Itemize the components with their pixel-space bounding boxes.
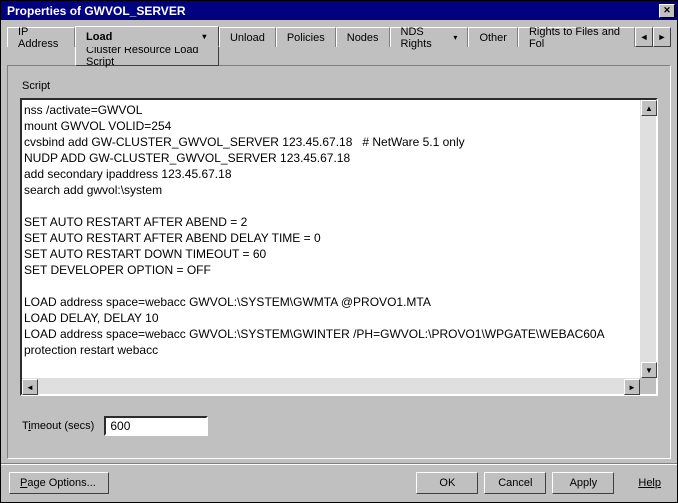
client-area: IP Address Load ▾ Cluster Resource Load … bbox=[1, 20, 677, 463]
scroll-left-icon[interactable]: ◄ bbox=[22, 379, 38, 395]
scroll-track[interactable] bbox=[641, 116, 656, 362]
tab-ip-address[interactable]: IP Address bbox=[7, 27, 75, 47]
timeout-label: Timeout (secs) bbox=[22, 420, 94, 432]
window-title: Properties of GWVOL_SERVER bbox=[7, 4, 659, 18]
timeout-row: Timeout (secs) bbox=[20, 416, 658, 436]
ok-button[interactable]: OK bbox=[416, 472, 478, 494]
scroll-corner bbox=[640, 378, 656, 394]
close-icon[interactable]: ✕ bbox=[659, 4, 675, 18]
tab-load-subtitle: Cluster Resource Load Script bbox=[75, 47, 219, 66]
help-link[interactable]: Help bbox=[638, 477, 661, 489]
tab-nodes[interactable]: Nodes bbox=[336, 27, 390, 47]
script-textarea[interactable]: nss /activate=GWVOL mount GWVOL VOLID=25… bbox=[22, 100, 656, 394]
footer: Page Options... OK Cancel Apply Help bbox=[1, 463, 677, 502]
vertical-scrollbar[interactable]: ▲ ▼ bbox=[640, 100, 656, 378]
script-box: nss /activate=GWVOL mount GWVOL VOLID=25… bbox=[20, 98, 658, 396]
tab-other[interactable]: Other bbox=[468, 27, 518, 47]
tab-unload[interactable]: Unload bbox=[219, 27, 276, 47]
cancel-button[interactable]: Cancel bbox=[484, 472, 546, 494]
dropdown-icon[interactable]: ▾ bbox=[453, 33, 457, 42]
page-options-button[interactable]: Page Options... bbox=[9, 472, 109, 494]
properties-window: Properties of GWVOL_SERVER ✕ IP Address … bbox=[0, 0, 678, 503]
tab-load-stack: Load ▾ Cluster Resource Load Script bbox=[75, 26, 219, 66]
tab-scroll-left-icon[interactable]: ◄ bbox=[635, 27, 653, 47]
titlebar: Properties of GWVOL_SERVER ✕ bbox=[1, 1, 677, 20]
horizontal-scrollbar[interactable]: ◄ ► bbox=[22, 378, 640, 394]
scroll-down-icon[interactable]: ▼ bbox=[641, 362, 657, 378]
scroll-track[interactable] bbox=[38, 379, 624, 394]
tab-nds-rights[interactable]: NDS Rights▾ bbox=[390, 27, 469, 47]
dropdown-icon[interactable]: ▾ bbox=[202, 32, 206, 41]
load-panel: Script nss /activate=GWVOL mount GWVOL V… bbox=[7, 65, 671, 459]
tab-scroll-right-icon[interactable]: ► bbox=[653, 27, 671, 47]
script-label: Script bbox=[22, 80, 658, 92]
scroll-right-icon[interactable]: ► bbox=[624, 379, 640, 395]
tab-bar: IP Address Load ▾ Cluster Resource Load … bbox=[7, 26, 671, 66]
timeout-input[interactable] bbox=[104, 416, 208, 436]
apply-button[interactable]: Apply bbox=[552, 472, 614, 494]
tab-policies[interactable]: Policies bbox=[276, 27, 336, 47]
scroll-up-icon[interactable]: ▲ bbox=[641, 100, 657, 116]
tab-rights-files[interactable]: Rights to Files and Fol bbox=[518, 27, 635, 47]
tab-scroll: ◄ ► bbox=[635, 26, 671, 46]
tab-load[interactable]: Load ▾ bbox=[75, 26, 219, 47]
